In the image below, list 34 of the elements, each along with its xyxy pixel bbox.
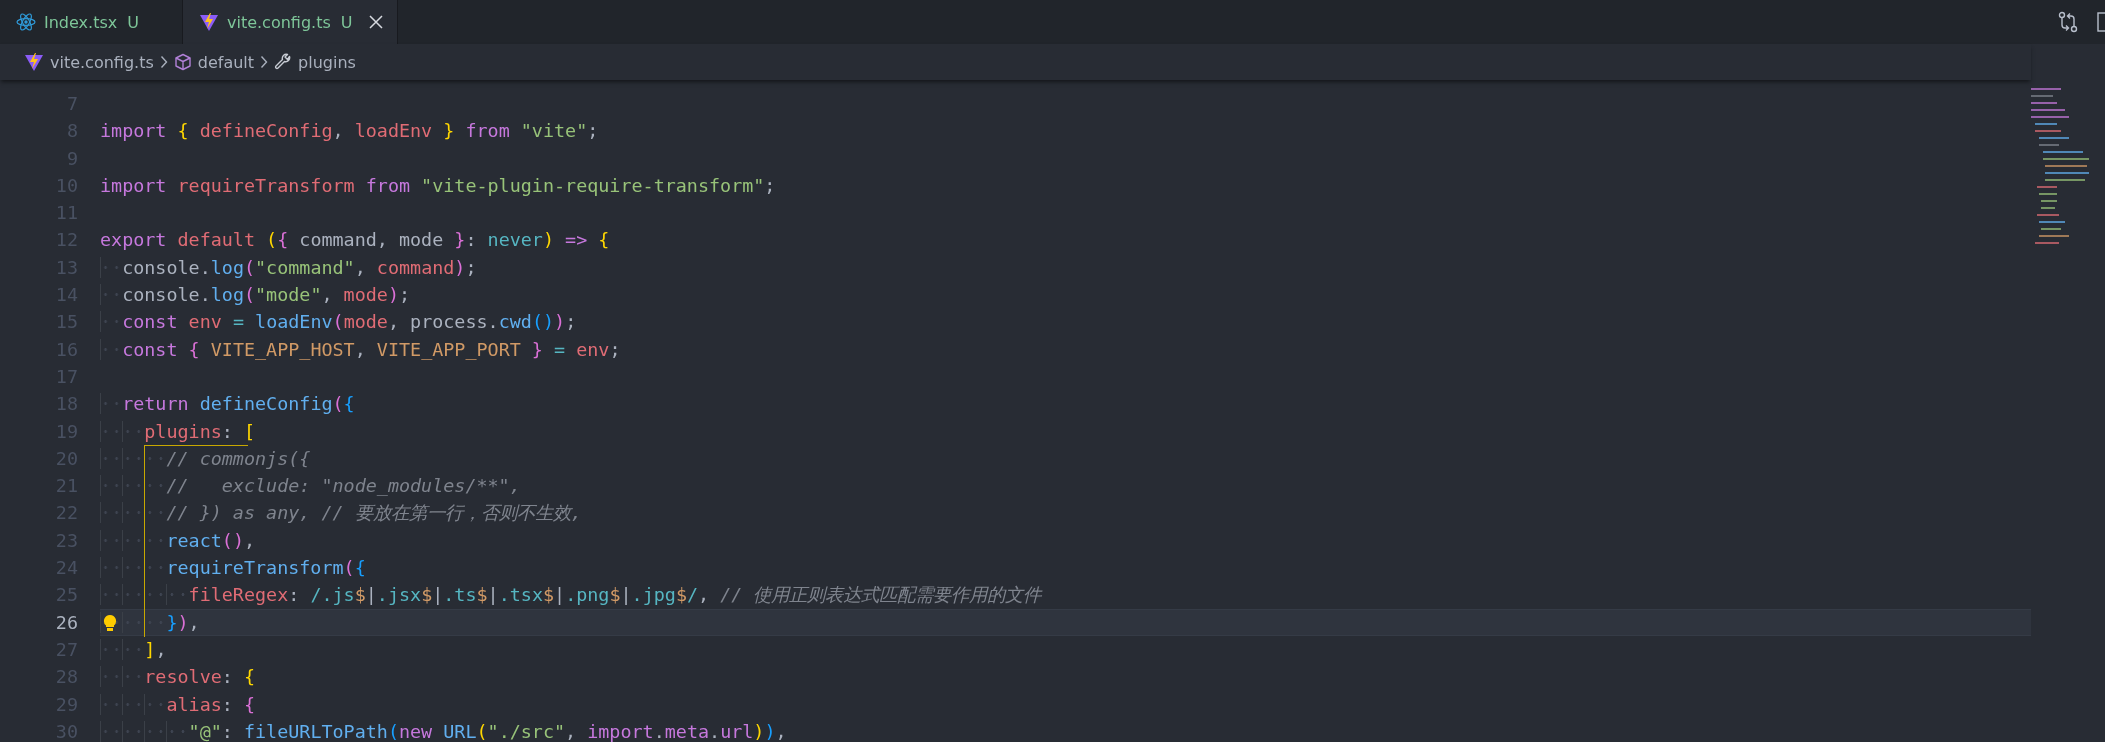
cube-icon [173,53,192,71]
code-line: plugins: [ [100,417,2031,445]
wrench-icon [274,53,293,71]
chevron-icon [260,55,269,69]
compare-changes-icon[interactable] [2057,11,2079,33]
code-line: alias: { [100,690,2031,718]
code-line: console.log("command", command); [100,253,2031,282]
breadcrumb-item[interactable]: vite.config.ts [50,52,154,72]
close-icon[interactable] [368,15,383,29]
code-line: const { VITE_APP_HOST, VITE_APP_PORT } = env; [100,335,2031,363]
line-number: 26 [54,610,79,635]
code-line: return defineConfig({ [100,390,2031,418]
code-line: ], [100,635,2031,664]
code-line: import { defineConfig, loadEnv } from "vite"; [100,119,600,144]
code-line: requireTransform({ [100,554,2031,582]
lightning-triangle-icon [199,12,219,32]
code-line: react(), [100,526,2031,555]
lightbulb-icon[interactable] [103,613,117,632]
code-line: fileRegex: /.js$|.jsx$|.ts$|.tsx$|.png$|.jpg$/, // 使用正则表达式匹配需要作用的文件 [100,581,2031,609]
breadcrumb-item[interactable]: default [197,52,255,72]
code-line: // }) as any, // 要放在第一行，否则不生效, [100,499,2031,527]
code-line: export default ({ command, mode }: never) => { [100,228,611,253]
lightning-triangle-icon [24,52,44,72]
code-line: import requireTransform from "vite-plugin-require-transform"; [100,173,777,198]
code-line: // commonjs({ [100,444,2031,473]
atom-icon [16,13,36,31]
code-line: console.log("mode", mode); [100,281,2031,309]
code-line: const env = loadEnv(mode, process.cwd()); [100,308,2031,336]
chevron-icon [159,55,168,69]
editor-tab[interactable]: vite.config.ts U [183,0,398,44]
code-line: "@": fileURLToPath(new URL("./src", import.meta.url)), [100,717,2031,742]
breadcrumb-item[interactable]: plugins [298,52,356,72]
code-line: resolve: { [100,663,2031,691]
code-line: // exclude: "node_modules/**", [100,472,2031,500]
